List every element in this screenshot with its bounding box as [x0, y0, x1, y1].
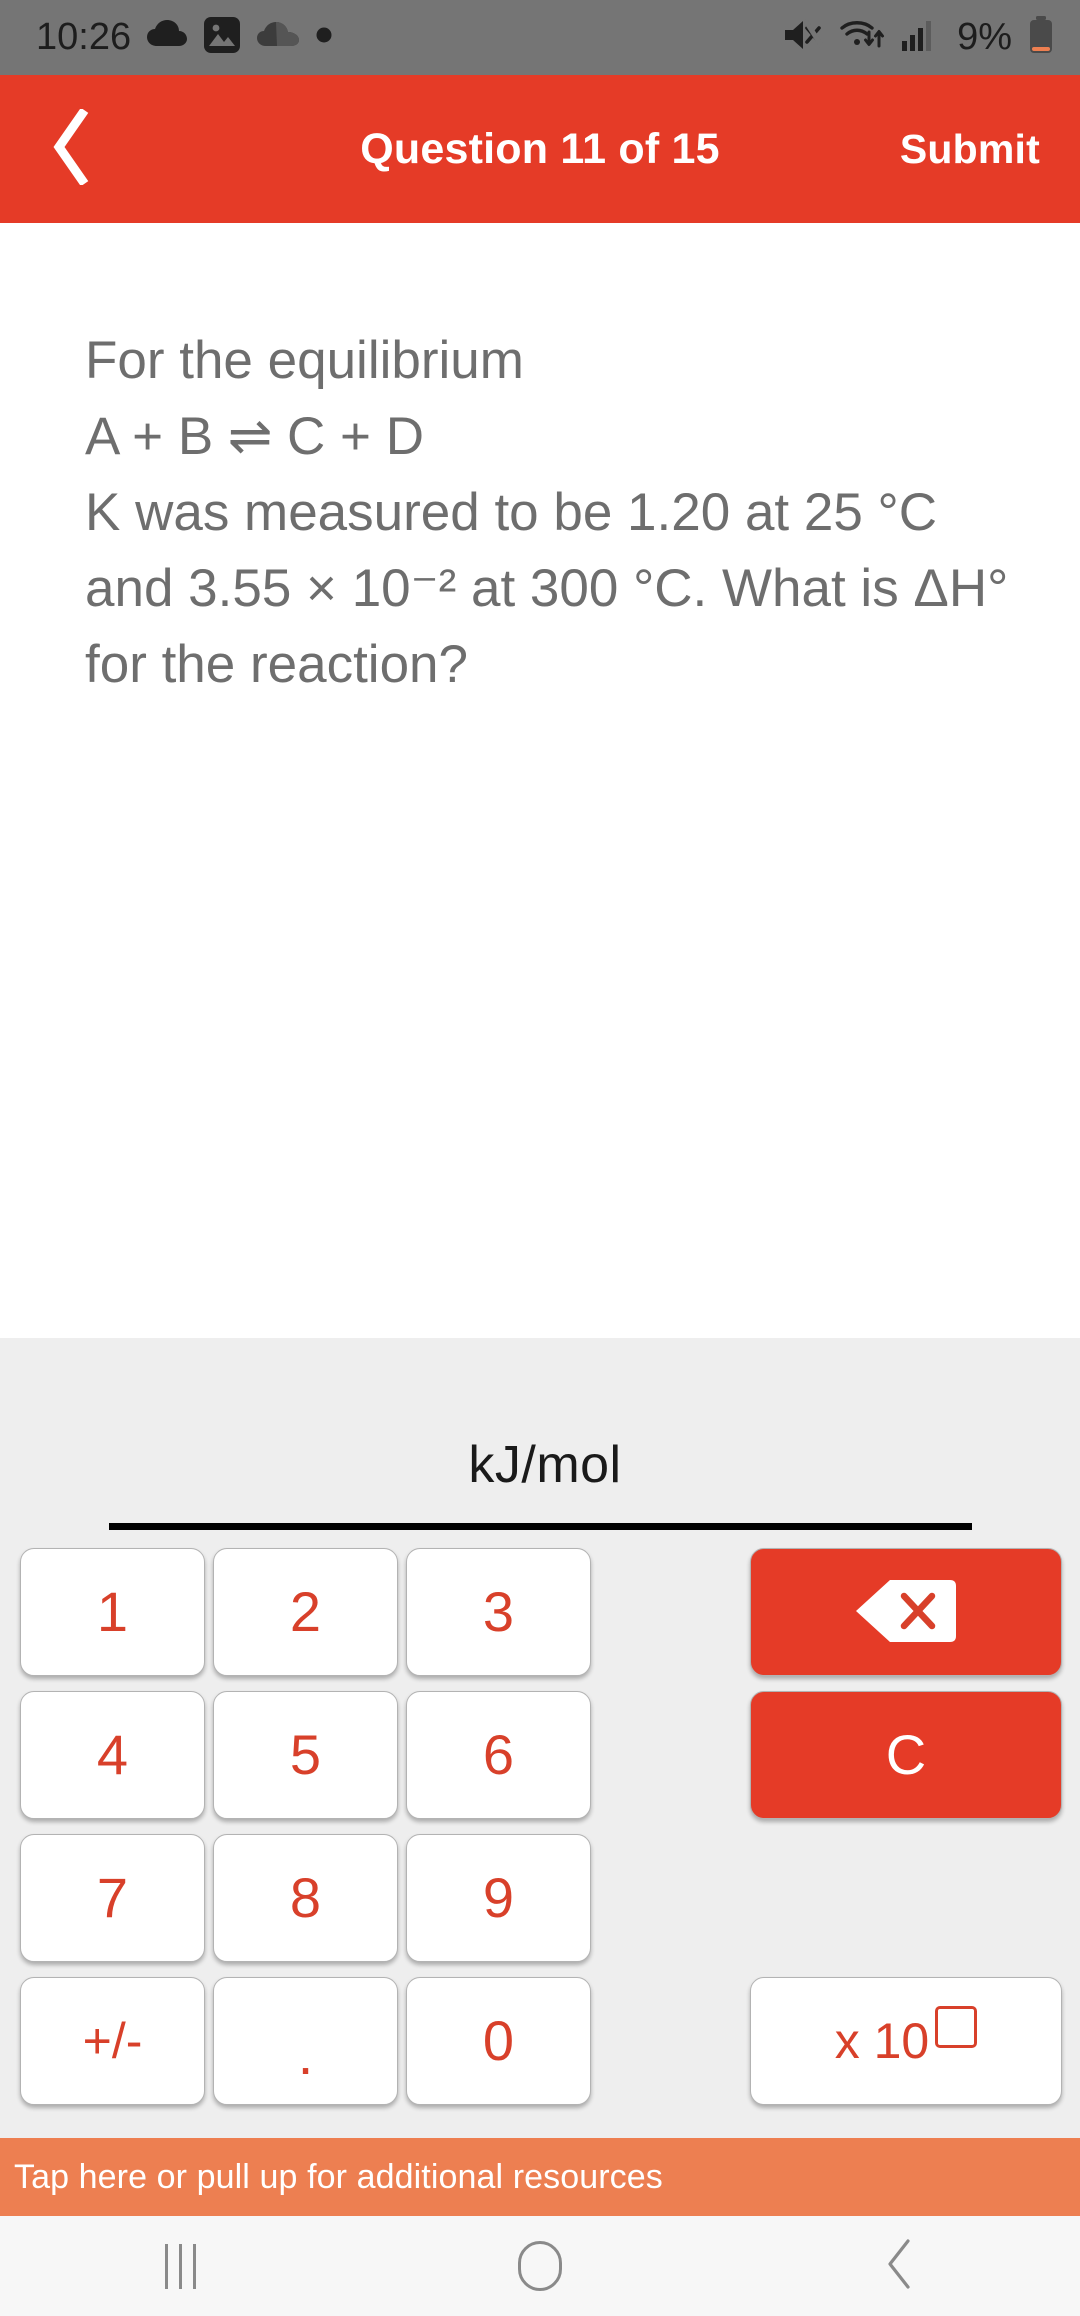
- status-bar-left: 10:26: [36, 16, 333, 59]
- key-3[interactable]: 3: [406, 1548, 591, 1676]
- mute-icon: [783, 18, 826, 57]
- battery-percent-label: 9%: [957, 16, 1012, 58]
- recent-apps-icon: [164, 2243, 196, 2289]
- chevron-left-icon: [49, 107, 91, 190]
- answer-unit-label: kJ/mol: [468, 1436, 622, 1494]
- key-0-label: 0: [482, 2009, 515, 2072]
- back-icon: [885, 2238, 915, 2295]
- clear-button-label: C: [885, 1723, 927, 1786]
- dot-icon: [315, 26, 333, 49]
- nav-home-button[interactable]: [450, 2216, 630, 2316]
- key-plus-minus[interactable]: +/-: [20, 1977, 205, 2105]
- keypad-panel: kJ/mol 0. +/- 9 8 7 6 5 4 3 2 1 C x 10: [0, 1338, 1080, 2138]
- key-5[interactable]: 5: [213, 1691, 398, 1819]
- question-text: For the equilibrium A + B ⇌ C + D K was …: [85, 331, 1009, 694]
- key-9-label: 9: [482, 1866, 515, 1929]
- status-bar: 10:26 9%: [0, 0, 1080, 75]
- key-4-label: 4: [96, 1723, 129, 1786]
- submit-button[interactable]: Submit: [900, 126, 1040, 173]
- question-area: For the equilibrium A + B ⇌ C + D K was …: [0, 223, 1080, 1338]
- answer-input-row[interactable]: kJ/mol: [0, 1338, 1080, 1530]
- key-1-label: 1: [96, 1580, 129, 1643]
- key-2[interactable]: 2: [213, 1548, 398, 1676]
- battery-icon: [1028, 16, 1054, 59]
- onedrive-icon: [257, 21, 300, 54]
- back-button[interactable]: [0, 75, 130, 223]
- key-7-label: 7: [96, 1866, 129, 1929]
- app-header: Question 11 of 15 Submit: [0, 75, 1080, 223]
- backspace-button[interactable]: [750, 1548, 1062, 1676]
- image-icon: [203, 16, 241, 59]
- key-1[interactable]: 1: [20, 1548, 205, 1676]
- key-6-label: 6: [482, 1723, 515, 1786]
- nav-back-button[interactable]: [810, 2216, 990, 2316]
- exponent-placeholder-box: [935, 2006, 978, 2048]
- android-nav-bar: [0, 2216, 1080, 2316]
- nav-recent-apps-button[interactable]: [90, 2216, 270, 2316]
- answer-input-underline: [108, 1523, 972, 1530]
- key-2-label: 2: [289, 1580, 322, 1643]
- key-7[interactable]: 7: [20, 1834, 205, 1962]
- cloud-icon: [147, 20, 188, 55]
- key-8-label: 8: [289, 1866, 322, 1929]
- backspace-icon: [854, 1576, 958, 1649]
- key-8[interactable]: 8: [213, 1834, 398, 1962]
- exponent-label-group: x 10: [834, 2006, 978, 2069]
- keypad-grid: 0. +/- 9 8 7 6 5 4 3 2 1 C x 10: [0, 1548, 1080, 2118]
- key-decimal[interactable]: .: [213, 1977, 398, 2105]
- status-clock: 10:26: [36, 16, 132, 58]
- key-plus-minus-label: +/-: [82, 2013, 143, 2069]
- signal-icon: [901, 19, 939, 56]
- status-bar-right: 9%: [783, 16, 1054, 59]
- key-4[interactable]: 4: [20, 1691, 205, 1819]
- clear-button[interactable]: C: [750, 1691, 1062, 1819]
- key-6[interactable]: 6: [406, 1691, 591, 1819]
- key-decimal-label: .: [297, 2023, 314, 2086]
- wifi-icon: [839, 18, 885, 57]
- exponent-button[interactable]: x 10: [750, 1977, 1062, 2105]
- key-0[interactable]: 0: [406, 1977, 591, 2105]
- key-5-label: 5: [289, 1723, 322, 1786]
- additional-resources-bar[interactable]: Tap here or pull up for additional resou…: [0, 2138, 1080, 2216]
- answer-input-field[interactable]: kJ/mol: [109, 1435, 972, 1495]
- home-icon: [518, 2241, 562, 2291]
- additional-resources-label: Tap here or pull up for additional resou…: [14, 2157, 663, 2196]
- key-9[interactable]: 9: [406, 1834, 591, 1962]
- app-root: 10:26 9% Question 11 of 15 Submit For th…: [0, 0, 1080, 2316]
- exponent-label: x 10: [834, 2013, 930, 2069]
- key-3-label: 3: [482, 1580, 515, 1643]
